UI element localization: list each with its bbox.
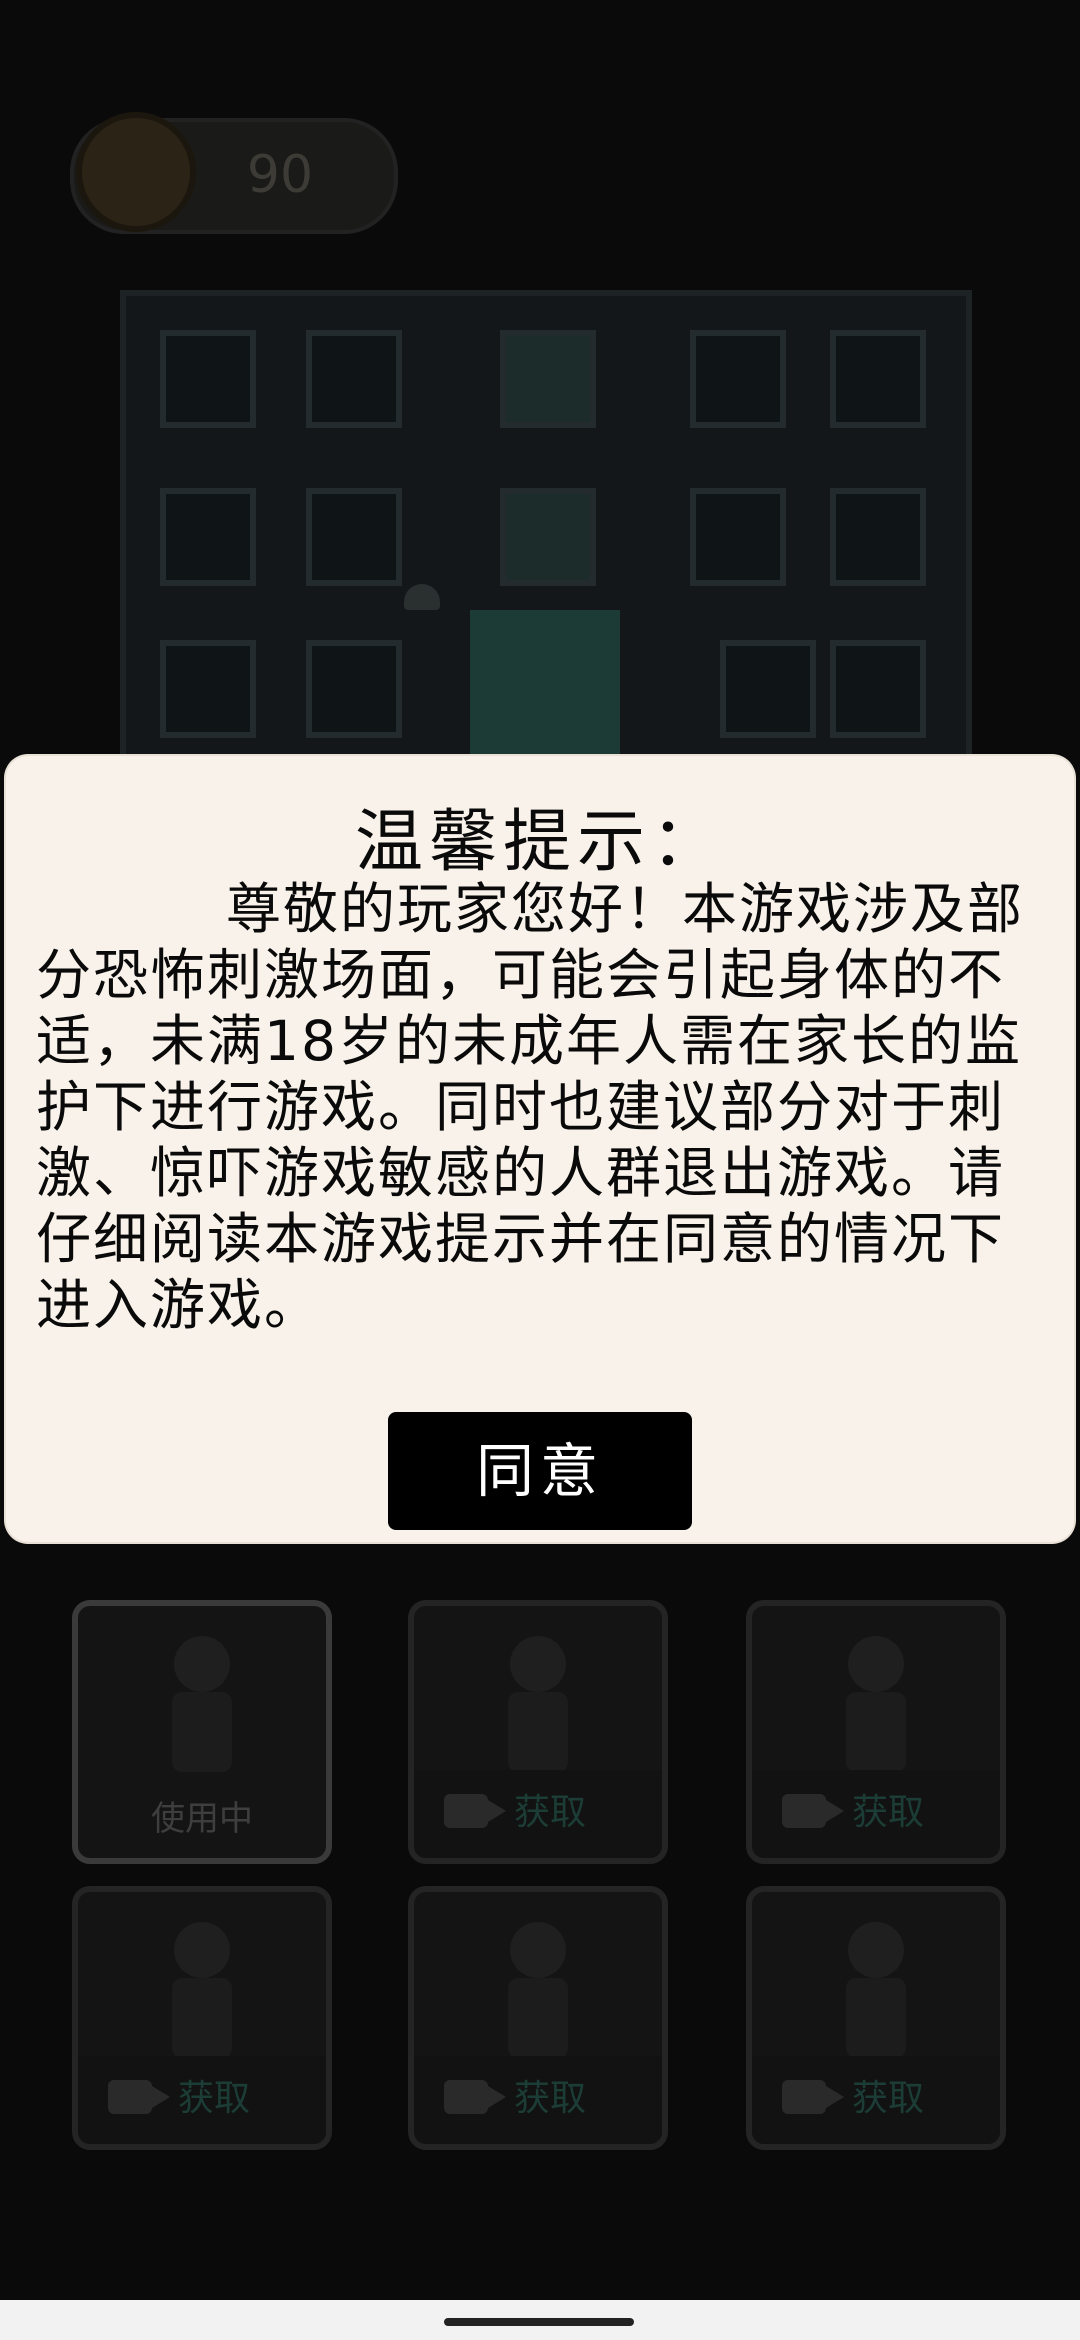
video-icon — [444, 1794, 506, 1828]
character-card[interactable]: 获取 — [408, 1886, 668, 2150]
get-label: 获取 — [852, 2078, 925, 2119]
building-window — [306, 640, 402, 738]
building-window — [500, 330, 596, 428]
character-card[interactable]: 获取 — [746, 1886, 1006, 2150]
get-by-video-button[interactable]: 获取 — [414, 1770, 662, 1858]
video-icon — [782, 1794, 844, 1828]
coin-icon — [76, 112, 196, 232]
character-avatar — [498, 1636, 578, 1786]
building-window — [830, 488, 926, 586]
get-by-video-button[interactable]: 获取 — [752, 1770, 1000, 1858]
get-label: 获取 — [178, 2078, 251, 2119]
building-window — [720, 640, 816, 738]
building-window — [160, 640, 256, 738]
get-label: 获取 — [852, 1792, 925, 1833]
character-avatar — [162, 1922, 242, 2072]
game-screen: 90 使用中 获取 获取 获取 获取 获取 温馨提示： 尊敬的玩家您好！本游戏涉… — [0, 0, 1080, 2340]
character-status: 使用中 — [151, 1799, 253, 1839]
agree-button[interactable]: 同意 — [388, 1412, 692, 1530]
building-door — [470, 610, 620, 760]
get-label: 获取 — [514, 2078, 587, 2119]
warning-dialog: 温馨提示： 尊敬的玩家您好！本游戏涉及部分恐怖刺激场面，可能会引起身体的不适，未… — [6, 756, 1074, 1542]
character-card[interactable]: 使用中 — [72, 1600, 332, 1864]
get-label: 获取 — [514, 1792, 587, 1833]
building-window — [160, 330, 256, 428]
home-gesture-handle[interactable] — [444, 2318, 634, 2326]
building-window — [306, 330, 402, 428]
character-card[interactable]: 获取 — [72, 1886, 332, 2150]
video-icon — [444, 2080, 506, 2114]
building-window — [830, 330, 926, 428]
building-window — [306, 488, 402, 586]
building-window — [690, 330, 786, 428]
video-icon — [782, 2080, 844, 2114]
character-avatar — [498, 1922, 578, 2072]
dialog-title: 温馨提示： — [354, 803, 725, 882]
building-window — [690, 488, 786, 586]
character-card[interactable]: 获取 — [408, 1600, 668, 1864]
get-by-video-button[interactable]: 获取 — [414, 2056, 662, 2144]
navigation-bar — [0, 2300, 1080, 2340]
character-avatar — [836, 1636, 916, 1786]
video-icon — [108, 2080, 170, 2114]
character-avatar — [162, 1636, 242, 1786]
building-window — [500, 488, 596, 586]
get-by-video-button[interactable]: 获取 — [78, 2056, 326, 2144]
dialog-message: 尊敬的玩家您好！本游戏涉及部分恐怖刺激场面，可能会引起身体的不适，未满18岁的未… — [36, 877, 1025, 1337]
get-by-video-button[interactable]: 获取 — [752, 2056, 1000, 2144]
character-card[interactable]: 获取 — [746, 1600, 1006, 1864]
coin-count: 90 — [246, 145, 314, 205]
building-window — [830, 640, 926, 738]
character-avatar — [836, 1922, 916, 2072]
building-window — [160, 488, 256, 586]
